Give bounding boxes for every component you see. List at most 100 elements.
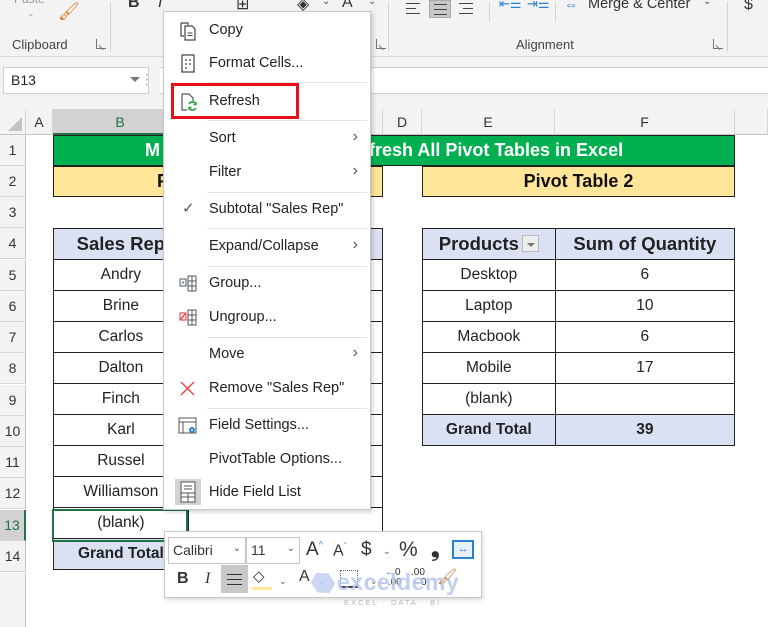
menu-item-subtotal[interactable]: ✓ Subtotal "Sales Rep"	[164, 195, 370, 225]
pivot2-product-cell[interactable]: (blank)	[422, 383, 556, 415]
decrease-indent-icon[interactable]: ⇤☰	[499, 0, 522, 12]
menu-item-field-settings[interactable]: Field Settings...	[164, 411, 370, 441]
row-header-11[interactable]: 11	[0, 447, 26, 478]
menu-item-copy[interactable]: Copy	[164, 16, 370, 46]
formula-bar-splitter[interactable]: ⋮	[140, 71, 154, 88]
currency-format-button[interactable]: $	[744, 0, 753, 14]
comma-style-button[interactable]: ❟	[431, 536, 440, 562]
increase-font-size-button[interactable]: A^	[306, 539, 323, 561]
column-header-d[interactable]: D	[383, 109, 422, 135]
bold-button[interactable]: B	[128, 0, 140, 12]
pivot2-qty-cell[interactable]: 10	[554, 290, 736, 322]
checkmark-icon: ✓	[182, 200, 195, 217]
menu-item-label: Filter	[209, 164, 242, 180]
filter-dropdown-icon[interactable]	[521, 235, 539, 252]
pivot2-qty-cell[interactable]: 6	[554, 321, 736, 353]
row-header-7[interactable]: 7	[0, 322, 26, 353]
clipboard-dialog-launcher-icon[interactable]	[96, 39, 106, 49]
row-header-14[interactable]: 14	[0, 541, 26, 572]
paste-dropdown-chevron-icon[interactable]: ⌄	[27, 8, 35, 19]
table-row: Grand Total 39	[422, 414, 736, 446]
menu-item-hide-field-list[interactable]: Hide Field List	[164, 478, 370, 508]
fill-color-icon[interactable]: ◇	[253, 567, 265, 585]
row-header-2[interactable]: 2	[0, 166, 26, 197]
column-header-e[interactable]: E	[422, 109, 555, 135]
merge-center-button[interactable]: Merge & Center	[588, 0, 690, 12]
alignment-dialog-launcher-icon[interactable]	[713, 39, 723, 49]
pivot2-qty-cell[interactable]	[554, 383, 736, 415]
format-painter-icon[interactable]: 🖌	[58, 2, 80, 22]
row-header-4[interactable]: 4	[0, 228, 26, 259]
row-header-9[interactable]: 9	[0, 385, 26, 416]
menu-item-sort[interactable]: Sort ›	[164, 124, 370, 154]
percent-button[interactable]: %	[399, 538, 418, 562]
row-header-6[interactable]: 6	[0, 291, 26, 322]
row-header-12[interactable]: 12	[0, 478, 26, 509]
currency-chevron-icon[interactable]: ⌄	[383, 546, 391, 557]
pivot2-product-cell[interactable]: Laptop	[422, 290, 556, 322]
pivot2-grand-total-value[interactable]: 39	[554, 414, 736, 446]
font-color-button[interactable]: A	[299, 568, 310, 586]
name-box[interactable]: B13	[3, 67, 149, 94]
pivot2-product-cell[interactable]: Macbook	[422, 321, 556, 353]
fill-color-chevron-icon[interactable]: ⌄	[322, 0, 330, 7]
row-header-1[interactable]: 1	[0, 135, 26, 166]
sheet-title-banner[interactable]: M fresh All Pivot Tables in Excel	[53, 135, 735, 166]
menu-item-move[interactable]: Move ›	[164, 340, 370, 370]
row-header-10[interactable]: 10	[0, 416, 26, 447]
menu-item-expand-collapse[interactable]: Expand/Collapse ›	[164, 232, 370, 262]
select-all-button[interactable]	[0, 109, 26, 135]
italic-button[interactable]: I	[158, 0, 162, 12]
table-row: Products Sum of Quantity	[422, 228, 736, 260]
pivot2-grand-total-label[interactable]: Grand Total	[422, 414, 556, 446]
menu-item-filter[interactable]: Filter ›	[164, 158, 370, 188]
row-header-8[interactable]: 8	[0, 353, 26, 384]
name-box-dropdown-icon[interactable]	[130, 77, 140, 82]
fill-color-chevron-icon[interactable]: ⌄	[279, 576, 287, 587]
merge-center-icon[interactable]: ⇔	[564, 0, 578, 12]
paste-button[interactable]: Paste	[14, 0, 45, 6]
menu-item-label: Move	[209, 346, 245, 362]
currency-button[interactable]: $	[361, 539, 372, 561]
decrease-font-size-button[interactable]: Aˇ	[333, 541, 347, 560]
align-center-button[interactable]	[429, 0, 451, 18]
menu-item-remove[interactable]: Remove "Sales Rep"	[164, 374, 370, 404]
refresh-highlight-box	[171, 83, 299, 119]
column-header-a[interactable]: A	[26, 109, 53, 135]
row-header-13[interactable]: 13	[0, 510, 26, 541]
pivot-table-2-header[interactable]: Pivot Table 2	[422, 166, 735, 197]
menu-item-pivottable-options[interactable]: PivotTable Options...	[164, 445, 370, 475]
menu-item-label: Format Cells...	[209, 55, 304, 71]
row-header-5[interactable]: 5	[0, 260, 26, 291]
column-header-g[interactable]	[735, 109, 768, 135]
pivot2-qty-cell[interactable]: 17	[554, 352, 736, 384]
align-right-button[interactable]	[455, 0, 477, 18]
sheet-title-right: fresh All Pivot Tables in Excel	[369, 140, 624, 160]
font-name-select[interactable]: Calibri ⌄	[168, 537, 246, 564]
italic-button[interactable]: I	[205, 570, 210, 588]
menu-item-format-cells[interactable]: Format Cells...	[164, 49, 370, 79]
menu-separator	[207, 192, 367, 193]
increase-indent-icon[interactable]: ⇥☰	[527, 0, 550, 12]
pivot2-product-cell[interactable]: Desktop	[422, 259, 556, 291]
menu-item-group[interactable]: Group...	[164, 269, 370, 299]
row-header-3[interactable]: 3	[0, 197, 26, 228]
pivot2-header-sum-quantity[interactable]: Sum of Quantity	[554, 228, 736, 260]
bold-button[interactable]: B	[177, 570, 189, 588]
font-size-select[interactable]: 11 ⌄	[246, 537, 300, 564]
wrap-text-icon[interactable]: ↔	[452, 540, 474, 559]
pivot2-header-products[interactable]: Products	[422, 228, 556, 260]
menu-item-label: Copy	[209, 22, 243, 38]
pivot2-qty-cell[interactable]: 6	[554, 259, 736, 291]
menu-item-ungroup[interactable]: Ungroup...	[164, 303, 370, 333]
align-left-button[interactable]	[402, 0, 424, 18]
font-color-chevron-icon[interactable]: ⌄	[368, 0, 376, 7]
pivot2-product-cell[interactable]: Mobile	[422, 352, 556, 384]
format-cells-icon	[177, 53, 199, 75]
center-align-button[interactable]	[221, 565, 248, 593]
column-header-f[interactable]: F	[555, 109, 735, 135]
menu-separator	[207, 266, 367, 267]
merge-center-chevron-icon[interactable]: ⌄	[703, 0, 711, 7]
font-dialog-launcher-icon[interactable]	[376, 39, 386, 49]
remove-icon	[177, 378, 199, 400]
